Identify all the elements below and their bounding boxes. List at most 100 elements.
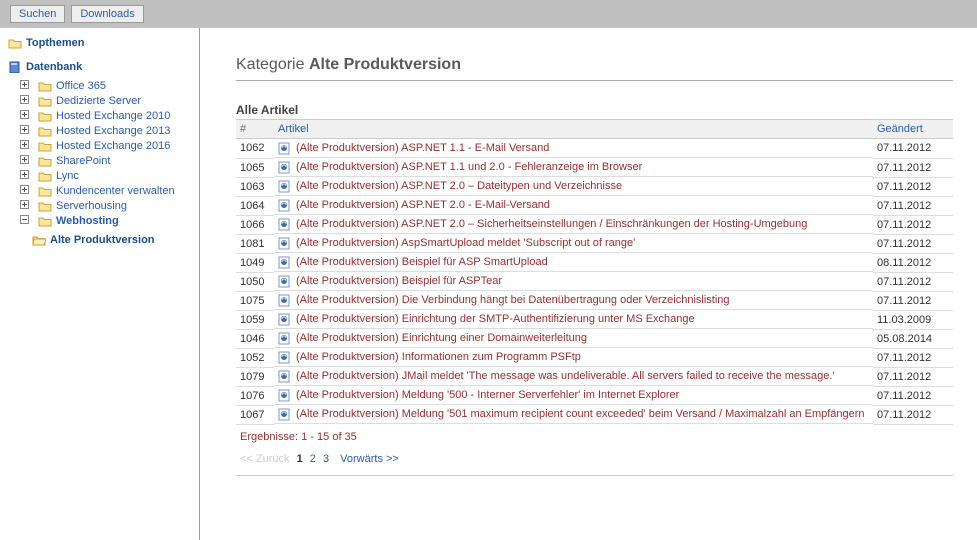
cell-changed: 07.11.2012 <box>873 272 953 291</box>
article-link[interactable]: (Alte Produktversion) Einrichtung einer … <box>296 332 587 344</box>
sidebar-item-hosted-exchange-2016[interactable]: Hosted Exchange 2016 <box>20 138 199 153</box>
sidebar-subitem-alte-produktversion[interactable]: Alte Produktversion <box>32 232 199 247</box>
search-button[interactable]: Suchen <box>10 5 65 23</box>
cell-title: (Alte Produktversion) Meldung '501 maxim… <box>274 405 873 424</box>
sidebar-item-lync[interactable]: Lync <box>20 168 199 183</box>
article-link[interactable]: (Alte Produktversion) ASP.NET 1.1 - E-Ma… <box>296 142 549 154</box>
sidebar-item-label: Hosted Exchange 2016 <box>56 140 170 152</box>
cell-title: (Alte Produktversion) Die Verbindung hän… <box>274 291 873 310</box>
table-row: 1063(Alte Produktversion) ASP.NET 2.0 – … <box>236 177 953 196</box>
cell-changed: 07.11.2012 <box>873 139 953 159</box>
toggle-icon[interactable] <box>20 215 34 227</box>
toggle-icon[interactable] <box>20 80 34 92</box>
toggle-icon[interactable] <box>20 110 34 122</box>
downloads-button[interactable]: Downloads <box>71 5 143 23</box>
table-row: 1052(Alte Produktversion) Informationen … <box>236 348 953 367</box>
toggle-icon[interactable] <box>20 200 34 212</box>
folder-icon <box>38 125 52 137</box>
cell-title: (Alte Produktversion) Beispiel für ASPTe… <box>274 272 873 291</box>
folder-icon <box>38 80 52 92</box>
article-link[interactable]: (Alte Produktversion) ASP.NET 2.0 - E-Ma… <box>296 199 550 211</box>
article-link[interactable]: (Alte Produktversion) ASP.NET 2.0 – Date… <box>296 180 622 192</box>
top-toolbar: Suchen Downloads <box>0 0 977 28</box>
folder-icon <box>38 110 52 122</box>
table-row: 1059(Alte Produktversion) Einrichtung de… <box>236 310 953 329</box>
sidebar-item-label: Lync <box>56 170 79 182</box>
sidebar-item-label: Kundencenter verwalten <box>56 185 175 197</box>
sidebar-item-hosted-exchange-2013[interactable]: Hosted Exchange 2013 <box>20 123 199 138</box>
articles-table: # Artikel Geändert 1062(Alte Produktvers… <box>236 119 953 425</box>
sidebar-item-label: Webhosting <box>56 215 119 227</box>
section-title: Alle Artikel <box>236 103 953 117</box>
page-icon <box>278 294 292 306</box>
cell-changed: 08.11.2012 <box>873 253 953 272</box>
col-id[interactable]: # <box>236 120 274 139</box>
book-icon <box>8 61 22 73</box>
pager-prev: << Zurück <box>240 453 290 465</box>
page-icon <box>278 142 292 154</box>
folder-icon <box>38 155 52 167</box>
article-link[interactable]: (Alte Produktversion) ASP.NET 2.0 – Sich… <box>296 218 807 230</box>
sidebar-item-dedizierte-server[interactable]: Dedizierte Server <box>20 93 199 108</box>
sidebar-item-office-365[interactable]: Office 365 <box>20 78 199 93</box>
cell-changed: 07.11.2012 <box>873 367 953 386</box>
cell-id: 1067 <box>236 405 274 424</box>
article-link[interactable]: (Alte Produktversion) Beispiel für ASPTe… <box>296 275 502 287</box>
cell-id: 1046 <box>236 329 274 348</box>
col-title[interactable]: Artikel <box>274 120 873 139</box>
sidebar-item-label: SharePoint <box>56 155 110 167</box>
cell-changed: 07.11.2012 <box>873 234 953 253</box>
pager-page-3[interactable]: 3 <box>323 453 329 465</box>
page-icon <box>278 199 292 211</box>
cell-changed: 07.11.2012 <box>873 348 953 367</box>
folder-icon <box>38 200 52 212</box>
cell-changed: 07.11.2012 <box>873 158 953 177</box>
article-link[interactable]: (Alte Produktversion) Informationen zum … <box>296 351 581 363</box>
article-link[interactable]: (Alte Produktversion) Meldung '500 - Int… <box>296 389 679 401</box>
table-row: 1075(Alte Produktversion) Die Verbindung… <box>236 291 953 310</box>
folder-open-icon <box>32 234 46 246</box>
page-icon <box>278 313 292 325</box>
cell-changed: 07.11.2012 <box>873 405 953 424</box>
page-icon <box>278 218 292 230</box>
toggle-icon[interactable] <box>20 95 34 107</box>
cell-id: 1064 <box>236 196 274 215</box>
sidebar-item-sharepoint[interactable]: SharePoint <box>20 153 199 168</box>
sidebar-item-webhosting[interactable]: Webhosting <box>20 213 199 228</box>
article-link[interactable]: (Alte Produktversion) Beispiel für ASP S… <box>296 256 548 268</box>
page-icon <box>278 161 292 173</box>
article-link[interactable]: (Alte Produktversion) JMail meldet 'The … <box>296 370 835 382</box>
category-prefix: Kategorie <box>236 56 309 73</box>
page-icon <box>278 237 292 249</box>
sidebar-item-hosted-exchange-2010[interactable]: Hosted Exchange 2010 <box>20 108 199 123</box>
page-icon <box>278 408 292 420</box>
toggle-icon[interactable] <box>20 125 34 137</box>
cell-id: 1076 <box>236 386 274 405</box>
page-icon <box>278 351 292 363</box>
pager-next[interactable]: Vorwärts >> <box>340 453 399 465</box>
sidebar-item-label: Alte Produktversion <box>50 234 155 246</box>
toggle-icon[interactable] <box>20 185 34 197</box>
cell-id: 1049 <box>236 253 274 272</box>
toggle-icon[interactable] <box>20 155 34 167</box>
table-row: 1062(Alte Produktversion) ASP.NET 1.1 - … <box>236 139 953 159</box>
sidebar-item-serverhousing[interactable]: Serverhousing <box>20 198 199 213</box>
article-link[interactable]: (Alte Produktversion) Die Verbindung hän… <box>296 294 730 306</box>
folder-icon <box>38 140 52 152</box>
article-link[interactable]: (Alte Produktversion) AspSmartUpload mel… <box>296 237 635 249</box>
article-link[interactable]: (Alte Produktversion) ASP.NET 1.1 und 2.… <box>296 161 642 173</box>
article-link[interactable]: (Alte Produktversion) Meldung '501 maxim… <box>296 408 865 420</box>
toggle-icon[interactable] <box>20 140 34 152</box>
sidebar-item-kundencenter-verwalten[interactable]: Kundencenter verwalten <box>20 183 199 198</box>
folder-icon <box>38 95 52 107</box>
sidebar-heading-label: Topthemen <box>26 37 84 49</box>
col-changed[interactable]: Geändert <box>873 120 953 139</box>
sidebar-heading-topthemen[interactable]: Topthemen <box>6 34 199 52</box>
toggle-icon[interactable] <box>20 170 34 182</box>
sidebar-heading-database[interactable]: Datenbank <box>6 58 199 76</box>
cell-changed: 11.03.2009 <box>873 310 953 329</box>
pager-page-2[interactable]: 2 <box>310 453 316 465</box>
folder-icon <box>38 215 52 227</box>
article-link[interactable]: (Alte Produktversion) Einrichtung der SM… <box>296 313 695 325</box>
table-row: 1049 (Alte Produktversion) Beispiel für A… <box>236 253 953 272</box>
